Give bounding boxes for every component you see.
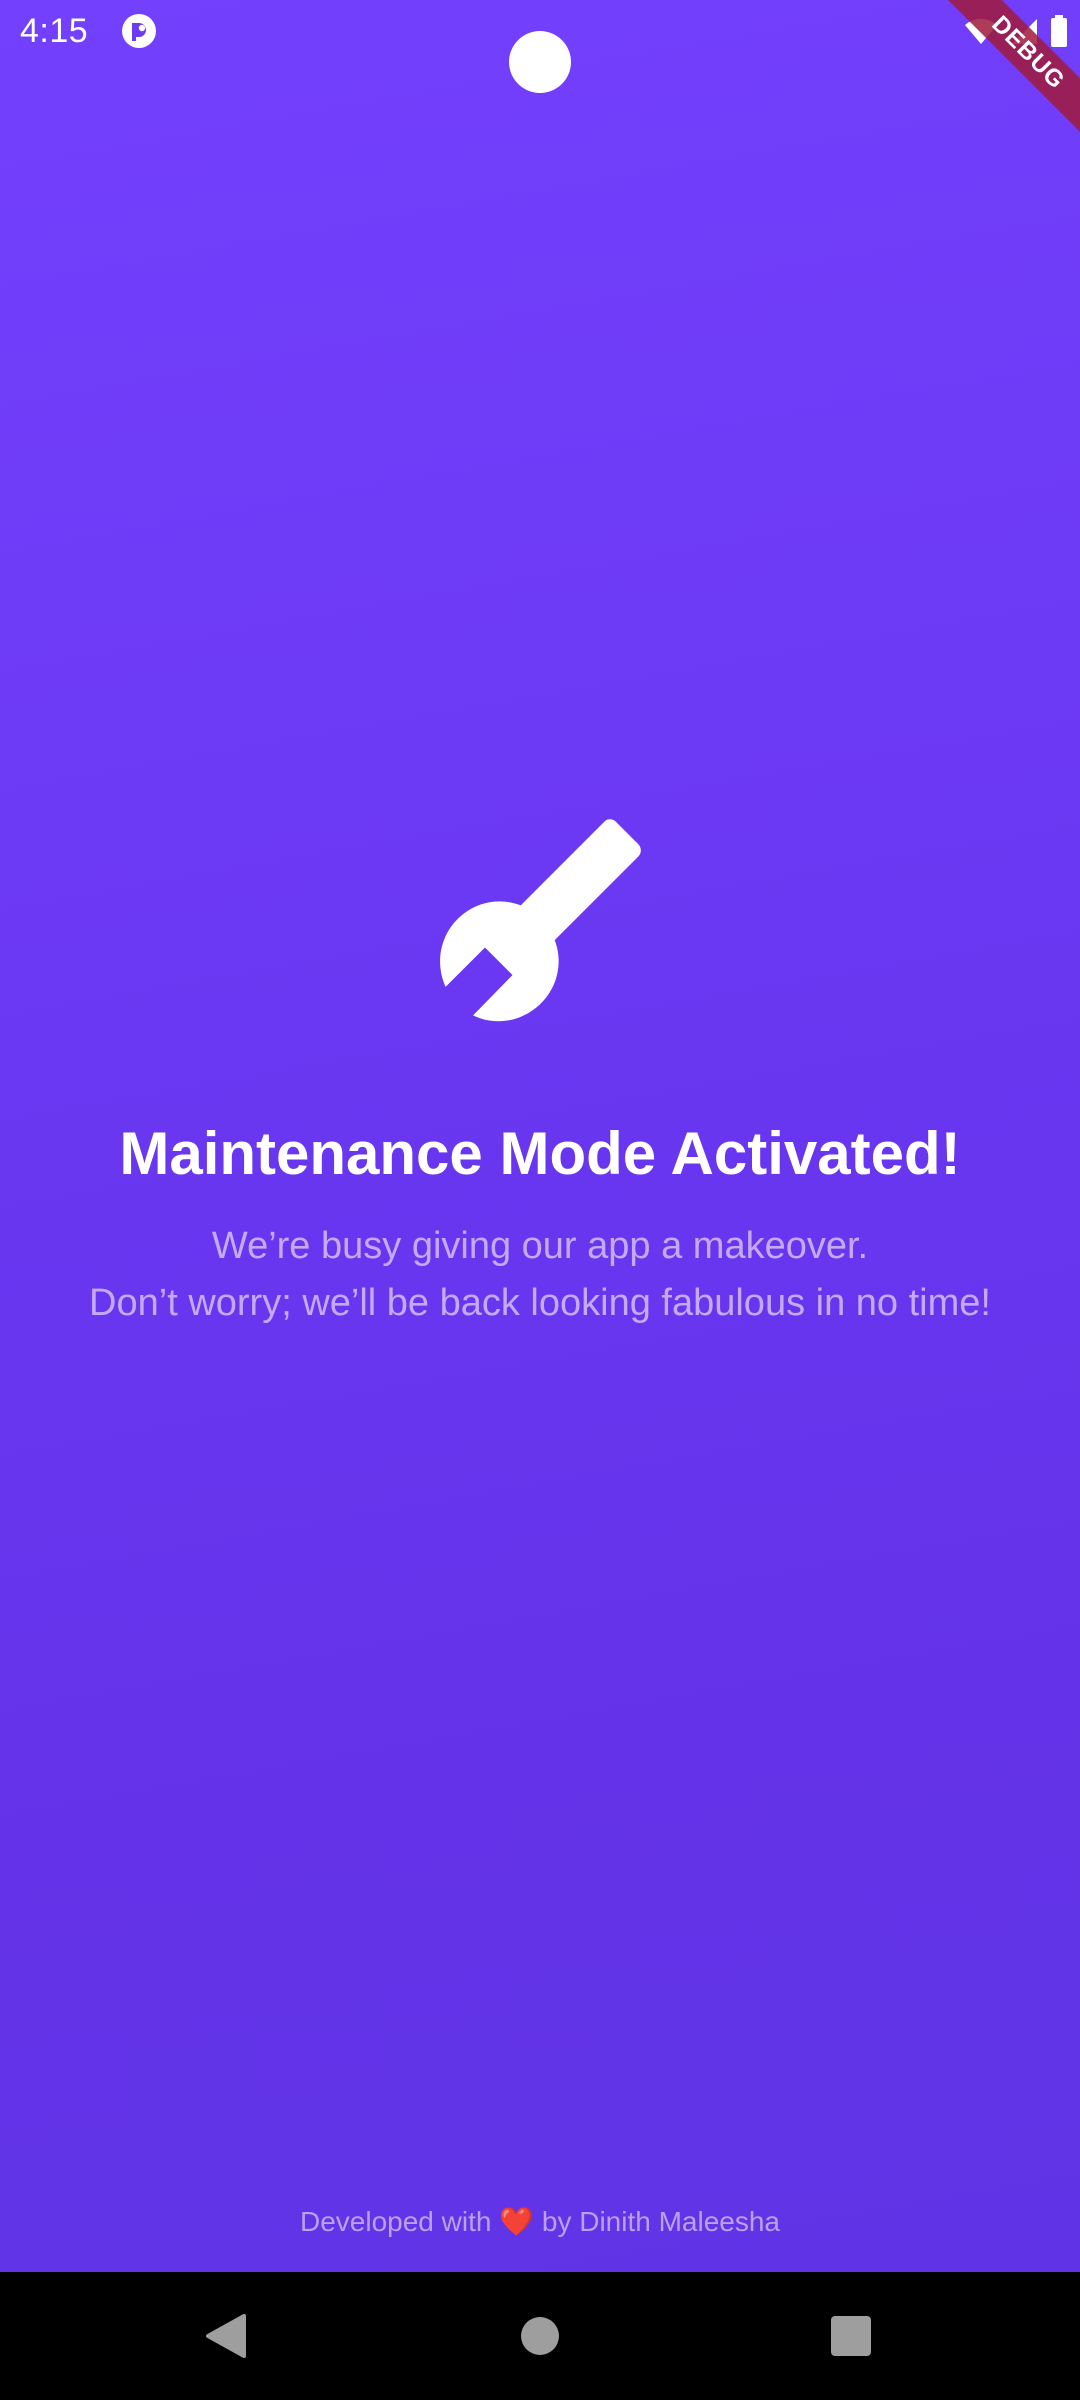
message-line-1: We’re busy giving our app a makeover. xyxy=(211,1225,869,1267)
sync-app-icon xyxy=(122,14,156,48)
status-time: 4:15 xyxy=(20,12,89,50)
home-icon xyxy=(521,2317,559,2355)
page-title: Maintenance Mode Activated! xyxy=(119,1120,961,1187)
wrench-icon xyxy=(440,819,641,1022)
heart-icon: ❤️ xyxy=(499,2206,535,2237)
message-line-2: Don’t worry; we’ll be back looking fabul… xyxy=(89,1282,991,1324)
credit-prefix: Developed with xyxy=(299,2206,492,2237)
debug-label: DEBUG xyxy=(936,0,1080,145)
camera-cutout xyxy=(509,31,571,93)
recents-icon xyxy=(831,2316,871,2356)
navigation-bar xyxy=(0,2272,1080,2400)
status-bar: 4:15 xyxy=(0,0,1080,93)
maintenance-content: Maintenance Mode Activated! We’re busy g… xyxy=(0,810,1080,1332)
credit-suffix: by Dinith Maleesha xyxy=(541,2206,780,2237)
back-button[interactable] xyxy=(186,2296,266,2376)
maintenance-screen: 4:15 DEBUG Maintenance Mode Activated! W… xyxy=(0,0,1080,2272)
back-icon xyxy=(206,2314,246,2358)
debug-banner: DEBUG xyxy=(920,0,1080,160)
recents-button[interactable] xyxy=(811,2296,891,2376)
developer-credit: Developed with ❤️ by Dinith Maleesha xyxy=(0,2205,1080,2238)
screen: 4:15 DEBUG Maintenance Mode Activated! W… xyxy=(0,0,1080,2400)
home-button[interactable] xyxy=(500,2296,580,2376)
maintenance-message: We’re busy giving our app a makeover. Do… xyxy=(80,1218,1000,1332)
